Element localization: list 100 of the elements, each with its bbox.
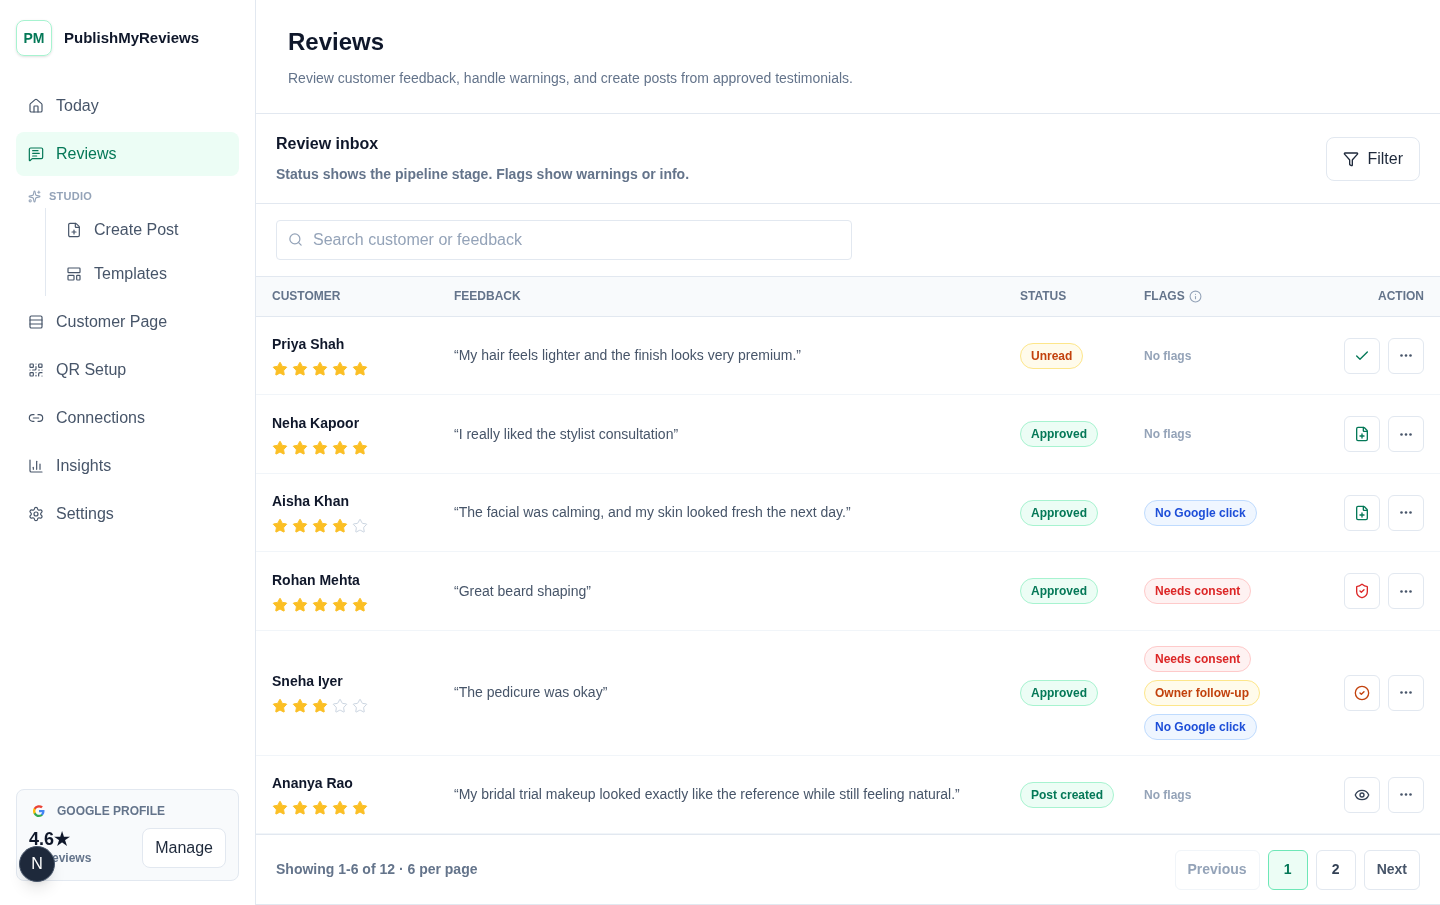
row-action-button[interactable] [1344,674,1380,711]
flags-empty-text: No flags [1144,426,1192,443]
nav-item[interactable]: Today [16,84,239,128]
more-button[interactable] [1388,494,1424,531]
feedback-text: “The facial was calming, and my skin looked fresh the next day.” [454,503,852,522]
more-icon [1400,793,1412,796]
customer-name: Neha Kapoor [272,413,361,433]
row-action-button[interactable] [1344,776,1380,813]
row-action-button[interactable] [1344,416,1380,452]
customer-name: Aisha Khan [272,492,350,511]
brand-name: PublishMyReviews [64,27,200,48]
star-icon [352,596,368,613]
star-icon [292,361,308,377]
star-icon [272,596,288,613]
next-button[interactable]: Next [1363,849,1420,890]
star-icon [292,698,308,715]
row-action-button[interactable] [1344,573,1380,609]
page-icon [28,314,44,330]
star-icon [352,439,368,456]
nav-item[interactable]: Templates [46,252,239,296]
nav-item[interactable]: Create Post [46,208,239,252]
star-icon [272,439,288,456]
star-icon [312,596,328,613]
feedback-text: “Great beard shaping” [454,581,592,601]
star-icon [312,361,328,377]
section-title: Review inbox [276,134,380,154]
flag-badge: No Google click [1144,499,1257,526]
feedback-text: “I really liked the stylist consultation” [454,424,680,444]
feedback-text: “My hair feels lighter and the finish looks very premium.” [454,346,803,365]
status-badge: Approved [1020,499,1098,526]
search-icon [288,232,303,247]
column-header: FLAGS [1144,288,1185,306]
pagination-summary: Showing 1-6 of 12 · 6 per page [276,860,478,880]
status-badge: Approved [1020,578,1098,604]
section-subtitle: Status shows the pipeline stage. Flags show warnings or info. [276,165,690,184]
customer-name: Rohan Mehta [272,570,361,590]
nav-item[interactable]: Customer Page [16,300,239,344]
manage-button[interactable]: Manage [142,828,226,868]
page-subtitle: Review customer feedback, handle warnings, and create posts from approved testimonials. [288,69,854,88]
customer-name: Sneha Iyer [272,672,344,692]
nav-item[interactable]: Connections [16,396,239,440]
file-plus-icon [1354,426,1370,442]
star-icon [332,596,348,613]
layout-icon [66,266,82,282]
star-icon [332,800,348,816]
home-icon [28,98,44,114]
star-icon [312,800,328,816]
search-field[interactable]: Search customer or feedback [276,220,852,260]
star-icon [332,361,348,377]
star-icon [332,518,348,534]
customer-name: Priya Shah [272,335,346,354]
flag-badge: No Google click [1144,713,1257,740]
status-badge: Approved [1020,679,1098,706]
column-header: CUSTOMER [272,288,341,306]
more-button[interactable] [1388,337,1424,374]
more-icon [1400,691,1412,695]
star-icon [352,800,368,816]
star-icon [292,518,308,534]
more-icon [1400,589,1412,593]
more-button[interactable] [1388,776,1424,813]
qr-code-icon [28,362,44,378]
star-icon [272,698,288,715]
customer-name: Ananya Rao [272,774,354,793]
status-badge: Approved [1020,421,1098,447]
page-button[interactable]: 1 [1267,849,1308,890]
nav-item[interactable]: Insights [16,444,239,488]
flag-badge: Owner follow-up [1144,679,1260,706]
flags-empty-text: No flags [1144,347,1192,365]
more-button[interactable] [1388,416,1424,452]
rating-value: 4.6★ [29,829,72,849]
more-icon [1400,354,1412,357]
star-icon [312,439,328,456]
settings-icon [28,506,44,522]
card-title: GOOGLE PROFILE [57,803,165,820]
filter-button[interactable]: Filter [1326,136,1420,181]
star-icon [312,698,328,715]
star-icon [332,698,348,715]
page-title: Reviews [288,28,386,56]
info-icon [1188,289,1202,303]
google-icon [33,805,45,817]
more-icon [1400,432,1412,436]
flags-empty-text: No flags [1144,786,1192,804]
review-count: eviews [52,850,92,867]
flag-badge: Needs consent [1144,645,1252,672]
star-icon [272,518,288,534]
column-header: STATUS [1020,288,1067,306]
filter-icon [1343,150,1360,167]
page-button[interactable]: 2 [1315,849,1356,890]
feedback-text: “The pedicure was okay” [454,683,609,703]
column-header: ACTION [1378,288,1424,306]
row-action-button[interactable] [1344,494,1380,531]
star-icon [292,800,308,816]
nav-item[interactable]: QR Setup [16,348,239,392]
more-button[interactable] [1388,573,1424,609]
flag-badge: Needs consent [1144,578,1252,604]
logo-badge: PM [16,20,52,56]
nav-item[interactable]: Settings [16,492,239,536]
nav-item[interactable]: Reviews [16,132,239,176]
star-icon [292,596,308,613]
more-button[interactable] [1388,674,1424,711]
